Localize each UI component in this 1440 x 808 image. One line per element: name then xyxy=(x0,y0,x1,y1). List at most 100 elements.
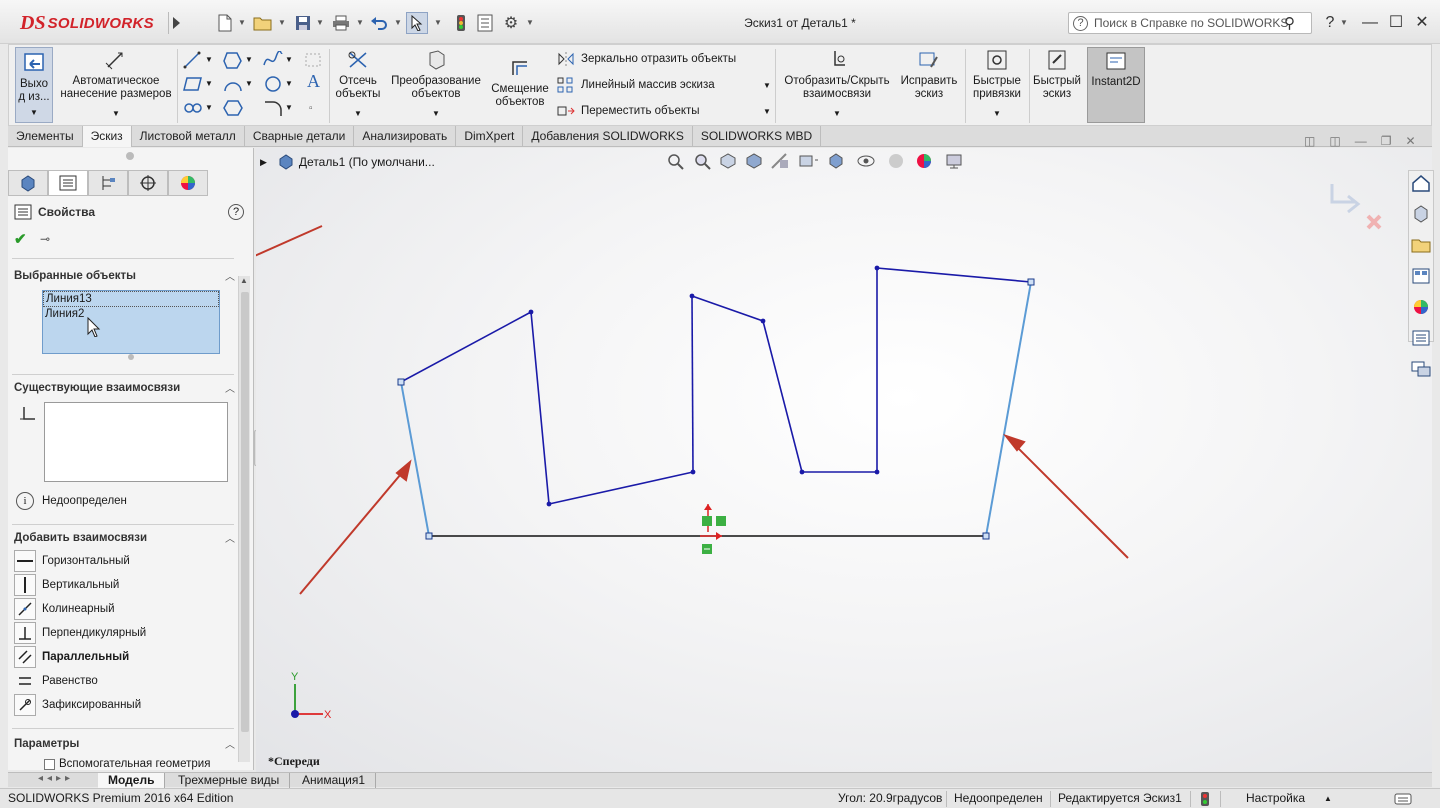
design-library-icon[interactable] xyxy=(1410,204,1432,224)
slot-icon[interactable] xyxy=(183,99,203,117)
tab-features[interactable]: Элементы xyxy=(8,126,83,147)
convert-entities-button[interactable]: Преобразование объектов ▼ xyxy=(387,49,485,120)
chevron-down-icon[interactable]: ▼ xyxy=(278,18,286,27)
view-palette-icon[interactable] xyxy=(1410,266,1432,286)
chevron-down-icon[interactable]: ▼ xyxy=(356,18,364,27)
file-explorer-icon[interactable] xyxy=(1410,235,1432,255)
chevron-down-icon[interactable]: ▼ xyxy=(781,107,893,120)
sketch-canvas[interactable]: Y X xyxy=(256,148,1432,772)
chevron-down-icon[interactable]: ▼ xyxy=(205,55,213,64)
dimxpert-manager-tab[interactable] xyxy=(128,170,168,196)
chevron-down-icon[interactable]: ▼ xyxy=(316,18,324,27)
collapse-icon[interactable]: ︿ xyxy=(225,530,235,545)
tab-sheet-metal[interactable]: Листовой металл xyxy=(132,126,245,147)
chevron-down-icon[interactable]: ▼ xyxy=(57,107,175,120)
smart-dimension-button[interactable]: Автоматическое нанесение размеров ▼ xyxy=(57,49,175,120)
keyboard-icon[interactable] xyxy=(1394,791,1412,807)
rectangle-icon[interactable] xyxy=(183,75,203,93)
polygon-icon[interactable] xyxy=(223,51,243,69)
sketch-line[interactable] xyxy=(530,311,550,505)
selected-objects-list[interactable]: Линия13 Линия2 xyxy=(42,290,220,354)
viewport-restore-button[interactable]: ❐ xyxy=(1381,134,1392,148)
traffic-light-icon[interactable] xyxy=(450,12,472,34)
chevron-down-icon[interactable]: ▼ xyxy=(394,18,402,27)
origin-marker[interactable] xyxy=(700,504,726,554)
units-dropdown[interactable]: Настройка xyxy=(1246,791,1305,805)
trim-button[interactable]: Отсечь объекты ▼ xyxy=(333,49,383,120)
construction-geometry-checkbox[interactable]: Вспомогательная геометрия xyxy=(44,758,210,770)
relation-perpendicular[interactable]: Перпендикулярный xyxy=(14,622,146,644)
tab-sketch[interactable]: Эскиз xyxy=(82,126,132,147)
coincident-relation-icon[interactable] xyxy=(702,516,712,526)
rebuild-status-icon[interactable] xyxy=(1200,791,1210,807)
list-item[interactable]: Линия2 xyxy=(43,307,219,321)
gear-icon[interactable]: ⚙ xyxy=(500,12,522,34)
chevron-down-icon[interactable]: ▼ xyxy=(526,18,534,27)
existing-relations-list[interactable] xyxy=(44,402,228,482)
chevron-down-icon[interactable]: ▼ xyxy=(333,107,383,120)
selected-line-13[interactable] xyxy=(985,281,1032,537)
chevron-down-icon[interactable]: ▼ xyxy=(205,103,213,112)
close-button[interactable]: ✕ xyxy=(1410,12,1434,34)
property-manager-tab[interactable] xyxy=(48,170,88,196)
relation-collinear[interactable]: Колинеарный xyxy=(14,598,115,620)
quick-snaps-button[interactable]: Быстрые привязки ▼ xyxy=(969,49,1025,120)
configuration-manager-tab[interactable] xyxy=(88,170,128,196)
chevron-down-icon[interactable]: ▼ xyxy=(16,106,52,119)
display-relations-button[interactable]: Отобразить/Скрыть взаимосвязи ▼ xyxy=(781,49,893,120)
tab-addins[interactable]: Добавления SOLIDWORKS xyxy=(523,126,693,147)
minimize-button[interactable]: — xyxy=(1358,12,1382,34)
tab-weldments[interactable]: Сварные детали xyxy=(245,126,355,147)
repair-sketch-button[interactable]: Исправить эскиз xyxy=(897,49,961,101)
linear-pattern-button[interactable]: Линейный массив эскиза xyxy=(557,77,715,93)
sketch-line[interactable] xyxy=(400,311,532,383)
spline-icon[interactable] xyxy=(263,51,283,69)
chevron-up-icon[interactable]: ▲ xyxy=(1324,794,1332,803)
sketch-line[interactable] xyxy=(691,295,764,322)
resize-grip[interactable] xyxy=(128,354,134,360)
tab-3d-views[interactable]: Трехмерные виды xyxy=(168,773,291,788)
scrollbar-thumb[interactable] xyxy=(241,292,249,732)
home-icon[interactable] xyxy=(1410,173,1432,193)
display-manager-tab[interactable] xyxy=(168,170,208,196)
circle-icon[interactable] xyxy=(263,75,283,93)
tab-model[interactable]: Модель xyxy=(98,773,166,788)
search-icon[interactable]: ⚲ xyxy=(1284,14,1295,32)
chevron-down-icon[interactable]: ▼ xyxy=(245,79,253,88)
solidworks-logo[interactable]: DS SOLIDWORKS xyxy=(20,8,154,38)
tab-dimxpert[interactable]: DimXpert xyxy=(456,126,524,147)
list-item-selected[interactable]: Линия13 xyxy=(43,291,219,307)
point-icon[interactable]: ▫ xyxy=(309,103,313,114)
checkbox[interactable] xyxy=(44,758,55,770)
chevron-down-icon[interactable]: ▼ xyxy=(1340,18,1348,27)
custom-properties-icon[interactable] xyxy=(1410,328,1432,348)
hexagon-icon[interactable] xyxy=(223,99,243,117)
viewport-minimize-button[interactable]: — xyxy=(1355,134,1367,148)
maximize-button[interactable]: ☐ xyxy=(1384,12,1408,34)
sketch-line[interactable] xyxy=(691,295,694,473)
chevron-down-icon[interactable]: ▼ xyxy=(434,18,442,27)
collapse-icon[interactable]: ︿ xyxy=(225,268,235,283)
sketch-line[interactable] xyxy=(762,320,803,473)
tab-navigation-arrows[interactable]: ◂◂▸▸ xyxy=(38,773,74,784)
open-folder-icon[interactable] xyxy=(252,12,274,34)
tile-left-icon[interactable]: ◫ xyxy=(1304,134,1315,148)
chevron-down-icon[interactable]: ▼ xyxy=(285,103,293,112)
relation-horizontal[interactable]: Горизонтальный xyxy=(14,550,130,572)
scroll-up-icon[interactable]: ▲ xyxy=(240,276,248,285)
collapse-icon[interactable]: ︿ xyxy=(225,380,235,395)
panel-scrollbar[interactable]: ▲ xyxy=(238,276,250,762)
relation-fixed[interactable]: Зафиксированный xyxy=(14,694,141,716)
rapid-sketch-button[interactable]: Быстрый эскиз xyxy=(1033,49,1081,101)
relation-vertical[interactable]: Вертикальный xyxy=(14,574,119,596)
appearances-icon[interactable] xyxy=(1410,297,1432,317)
endpoint-handles[interactable] xyxy=(397,278,1035,540)
chevron-down-icon[interactable]: ▼ xyxy=(969,107,1025,120)
menu-expand-icon[interactable] xyxy=(168,12,182,34)
coincident-relation-icon[interactable] xyxy=(716,516,726,526)
help-search-input[interactable]: ? Поиск в Справке по SOLIDWORKS ⚲ xyxy=(1068,12,1312,34)
sketch-profile[interactable] xyxy=(400,267,1032,505)
offset-entities-button[interactable]: Смещение объектов xyxy=(489,57,551,109)
chevron-down-icon[interactable]: ▼ xyxy=(387,107,485,120)
relation-equal[interactable]: Равенство xyxy=(14,670,98,692)
